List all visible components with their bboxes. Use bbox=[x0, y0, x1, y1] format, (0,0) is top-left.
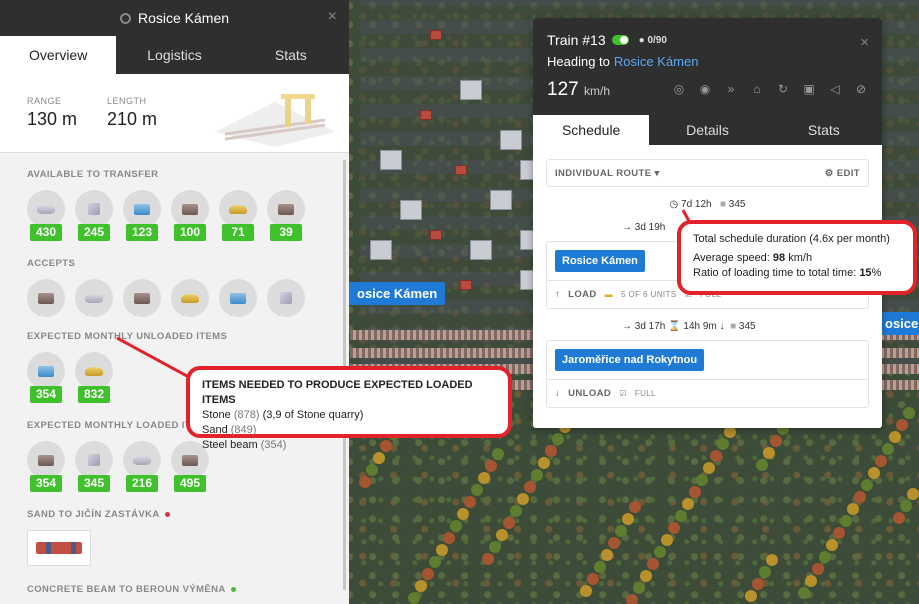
ratio-value: 15 bbox=[859, 267, 872, 279]
tooltip-title: ITEMS NEEDED TO PRODUCE EXPECTED LOADED … bbox=[202, 379, 473, 406]
avg-speed-unit: km/h bbox=[788, 252, 813, 264]
item-name: Stone bbox=[202, 409, 231, 421]
schedule-tooltip: Total schedule duration (4.6x per month)… bbox=[677, 220, 917, 295]
item-qty: (878) bbox=[233, 409, 260, 421]
item-name: Steel beam bbox=[202, 439, 258, 451]
ratio-label: Ratio of loading time to total time: bbox=[693, 267, 857, 279]
tooltip-row: Sand (849) bbox=[202, 423, 496, 438]
item-qty: (354) bbox=[260, 439, 287, 451]
ratio-unit: % bbox=[871, 267, 882, 279]
annotation-arrows bbox=[116, 209, 697, 384]
item-name: Sand bbox=[202, 424, 228, 436]
tooltip-row: Stone (878) (3,9 of Stone quarry) bbox=[202, 408, 496, 423]
item-qty: (849) bbox=[230, 424, 257, 436]
tooltip-row: Steel beam (354) bbox=[202, 438, 496, 453]
item-extra: (3,9 of Stone quarry) bbox=[262, 409, 364, 421]
schedule-duration-text: Total schedule duration (4.6x per month) bbox=[693, 233, 890, 245]
avg-speed-label: Average speed: bbox=[693, 252, 770, 264]
avg-speed-value: 98 bbox=[772, 252, 786, 264]
average-speed-row: Average speed: 98 km/h bbox=[693, 251, 901, 266]
items-needed-tooltip: ITEMS NEEDED TO PRODUCE EXPECTED LOADED … bbox=[186, 366, 512, 451]
loading-ratio-row: Ratio of loading time to total time: 15% bbox=[693, 266, 901, 281]
